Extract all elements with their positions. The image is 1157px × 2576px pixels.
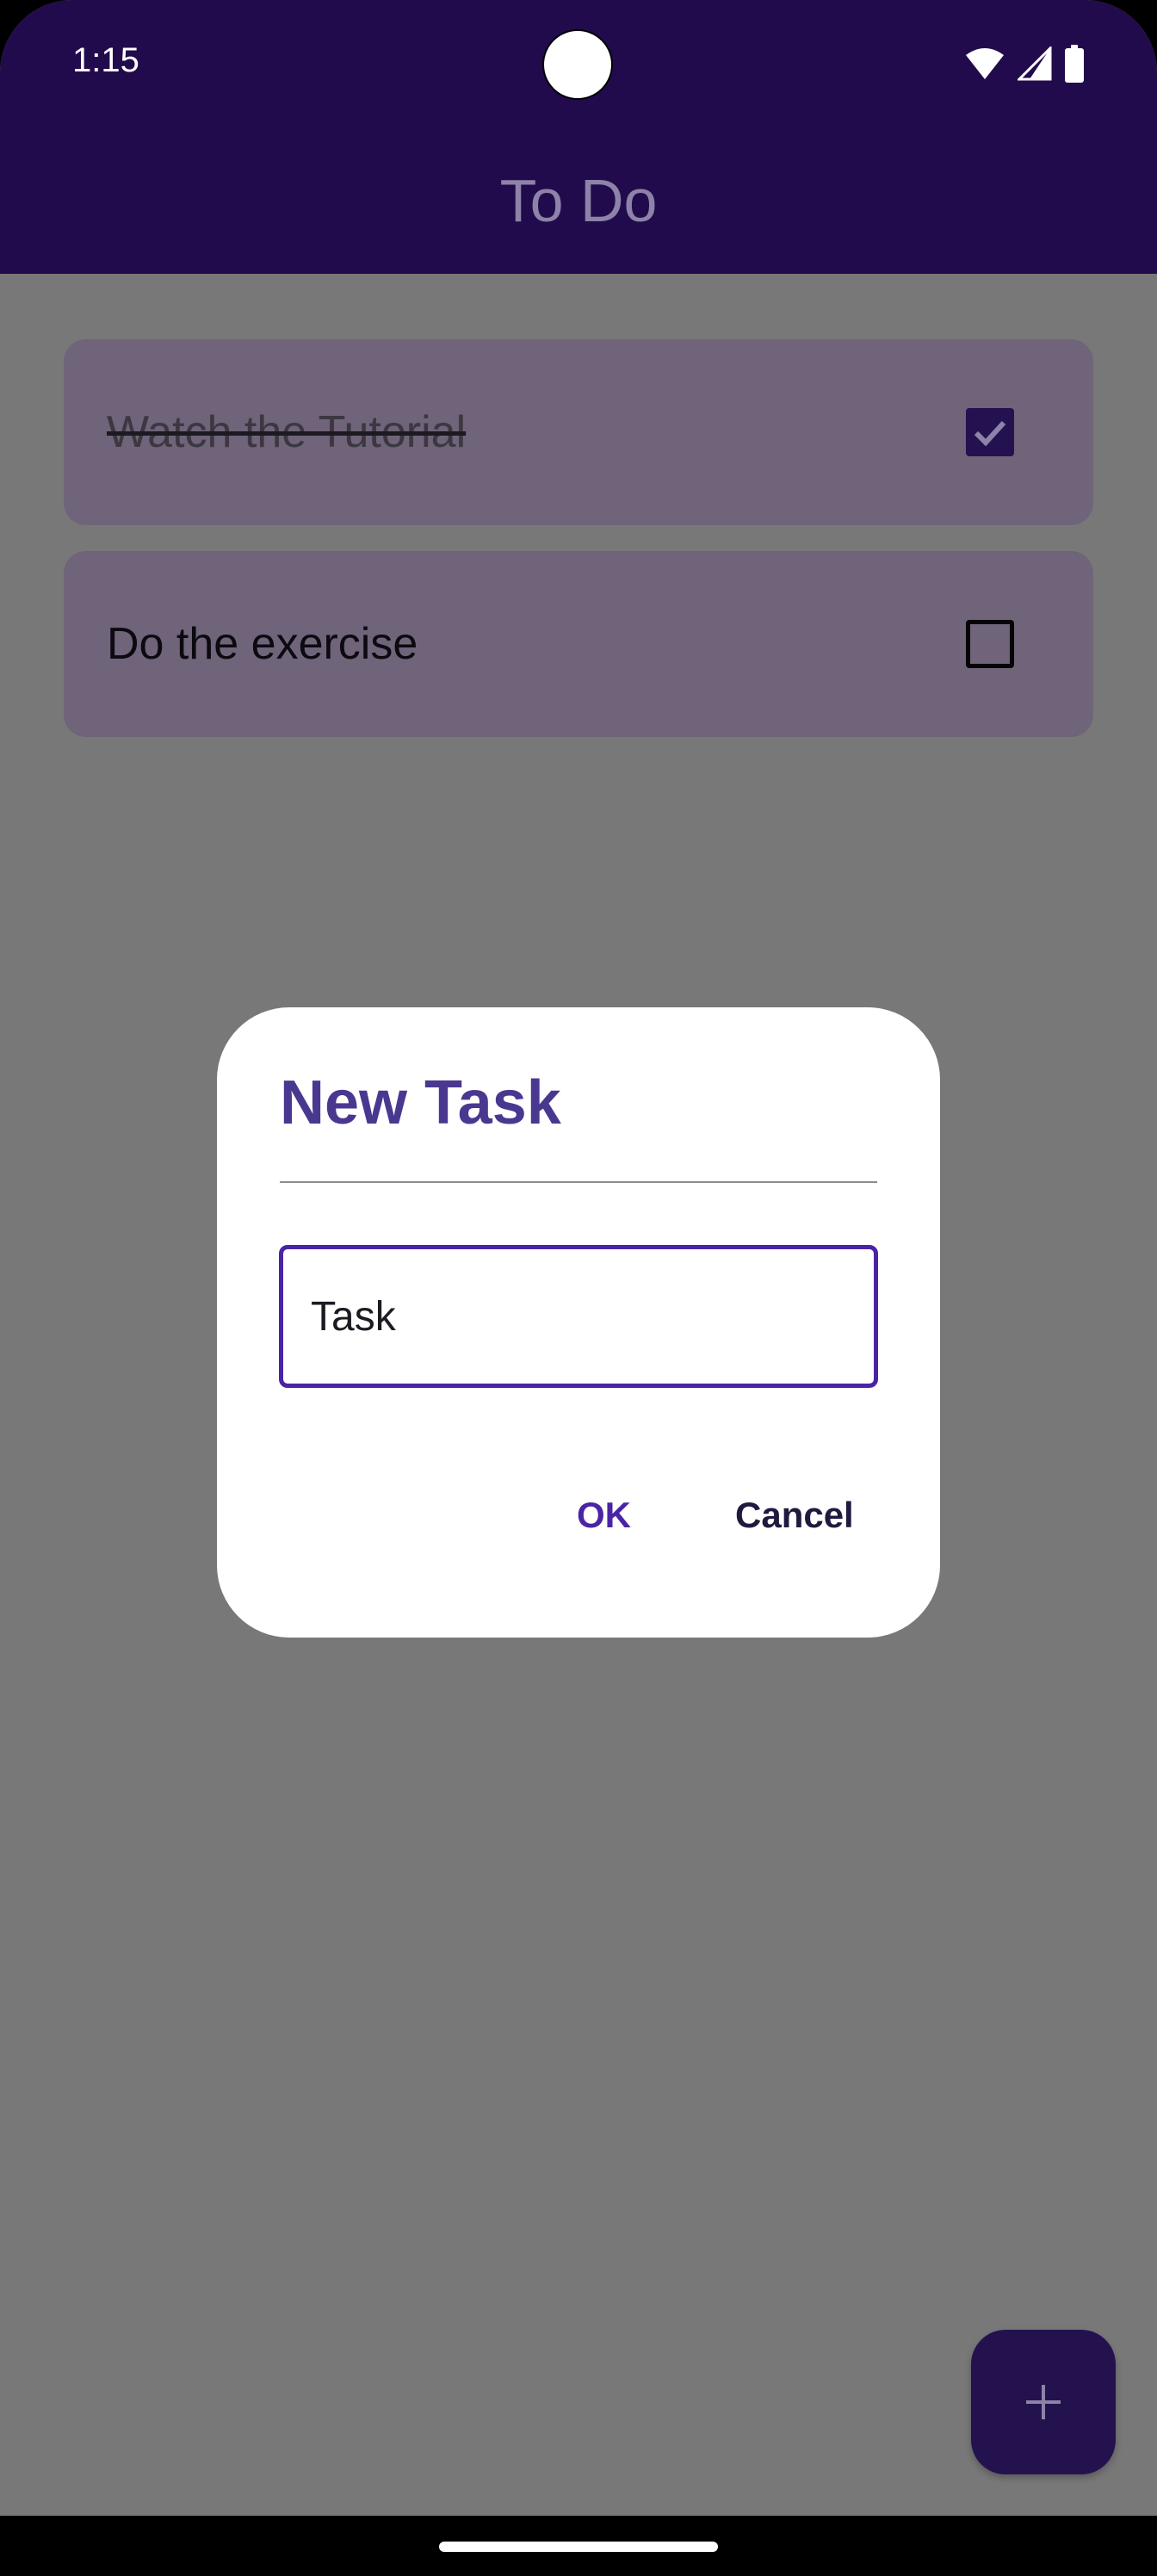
signal-icon <box>1018 46 1052 81</box>
home-gesture-handle[interactable] <box>439 2542 718 2552</box>
ok-button[interactable]: OK <box>556 1472 652 1558</box>
status-icons <box>964 45 1085 83</box>
cancel-button[interactable]: Cancel <box>715 1472 875 1558</box>
app-bar: 1:15 To Do <box>0 0 1157 274</box>
app-title: To Do <box>499 167 658 234</box>
task-input[interactable] <box>279 1245 878 1388</box>
wifi-icon <box>964 46 1005 81</box>
task-checkbox-checked[interactable] <box>966 408 1014 456</box>
navigation-bar <box>0 2516 1157 2576</box>
task-checkbox-unchecked[interactable] <box>966 620 1014 668</box>
dialog-title: New Task <box>280 1068 561 1137</box>
battery-icon <box>1064 45 1085 83</box>
check-icon <box>974 420 1006 447</box>
task-label: Watch the Tutorial <box>107 407 467 457</box>
task-item[interactable]: Do the exercise <box>64 551 1093 737</box>
task-label: Do the exercise <box>107 619 418 669</box>
plus-icon <box>1026 2385 1061 2419</box>
app-screen: 1:15 To Do Watch the Tutorial Do the exe… <box>0 0 1157 2576</box>
task-item[interactable]: Watch the Tutorial <box>64 339 1093 525</box>
status-time: 1:15 <box>72 41 139 79</box>
new-task-dialog: New Task OK Cancel <box>217 1007 940 1638</box>
camera-cutout <box>542 29 613 100</box>
add-task-button[interactable] <box>971 2330 1116 2474</box>
dialog-divider <box>280 1181 877 1183</box>
